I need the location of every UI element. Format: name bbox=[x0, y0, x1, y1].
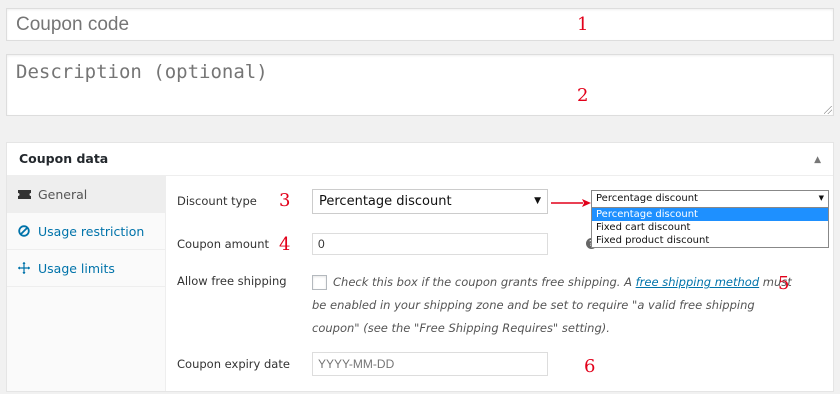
popup-options-list: Percentage discount Fixed cart discount … bbox=[591, 208, 829, 248]
annotation-5: 5 bbox=[778, 273, 790, 294]
option-fixed-product-discount[interactable]: Fixed product discount bbox=[592, 234, 828, 247]
free-shipping-text-before: Check this box if the coupon grants free… bbox=[333, 275, 636, 289]
popup-select[interactable]: Percentage discount ▼ bbox=[591, 190, 829, 208]
discount-type-select[interactable]: Percentage discount ▼ bbox=[312, 189, 548, 214]
free-shipping-label: Allow free shipping bbox=[177, 274, 287, 288]
tab-usage-restriction[interactable]: Usage restriction bbox=[7, 213, 165, 250]
chevron-down-icon: ▼ bbox=[818, 194, 824, 202]
chevron-down-icon: ▼ bbox=[534, 196, 541, 206]
annotation-2: 2 bbox=[577, 85, 589, 106]
discount-type-label: Discount type bbox=[177, 194, 257, 208]
annotation-4: 4 bbox=[279, 234, 291, 255]
coupon-amount-label: Coupon amount bbox=[177, 237, 270, 251]
coupon-data-panel: Coupon data ▲ General Usage restriction … bbox=[6, 142, 834, 392]
coupon-amount-input[interactable] bbox=[312, 233, 548, 255]
arrows-icon bbox=[16, 262, 32, 274]
free-shipping-description: Check this box if the coupon grants free… bbox=[312, 271, 792, 340]
annotation-6: 6 bbox=[584, 356, 596, 377]
free-shipping-method-link[interactable]: free shipping method bbox=[636, 275, 760, 289]
free-shipping-checkbox[interactable] bbox=[312, 275, 327, 290]
popup-selected-value: Percentage discount bbox=[596, 193, 698, 204]
tab-general-label: General bbox=[38, 186, 88, 202]
resize-grip-icon[interactable] bbox=[824, 106, 832, 114]
ticket-icon bbox=[16, 189, 32, 199]
discount-type-value: Percentage discount bbox=[319, 194, 452, 209]
expiry-date-input[interactable] bbox=[312, 352, 548, 376]
description-textarea[interactable] bbox=[6, 54, 834, 116]
tab-usage-limits-label: Usage limits bbox=[38, 260, 115, 276]
block-icon bbox=[16, 225, 32, 237]
tab-usage-restriction-label: Usage restriction bbox=[38, 223, 145, 239]
coupon-code-input[interactable] bbox=[6, 8, 834, 41]
option-fixed-cart-discount[interactable]: Fixed cart discount bbox=[592, 221, 828, 234]
annotation-1: 1 bbox=[577, 14, 589, 35]
expiry-date-label: Coupon expiry date bbox=[177, 357, 290, 371]
panel-title: Coupon data bbox=[19, 151, 109, 166]
tab-general[interactable]: General bbox=[7, 176, 165, 213]
discount-type-dropdown-popup: Percentage discount ▼ Percentage discoun… bbox=[591, 190, 829, 248]
annotation-3: 3 bbox=[279, 190, 291, 211]
arrow-right-icon bbox=[551, 199, 591, 207]
tab-usage-limits[interactable]: Usage limits bbox=[7, 250, 165, 287]
coupon-tabs: General Usage restriction Usage limits bbox=[7, 176, 166, 391]
panel-header[interactable]: Coupon data ▲ bbox=[7, 143, 833, 176]
collapse-toggle-icon[interactable]: ▲ bbox=[814, 155, 821, 165]
description-wrapper bbox=[6, 54, 834, 116]
option-percentage-discount[interactable]: Percentage discount bbox=[592, 208, 828, 221]
